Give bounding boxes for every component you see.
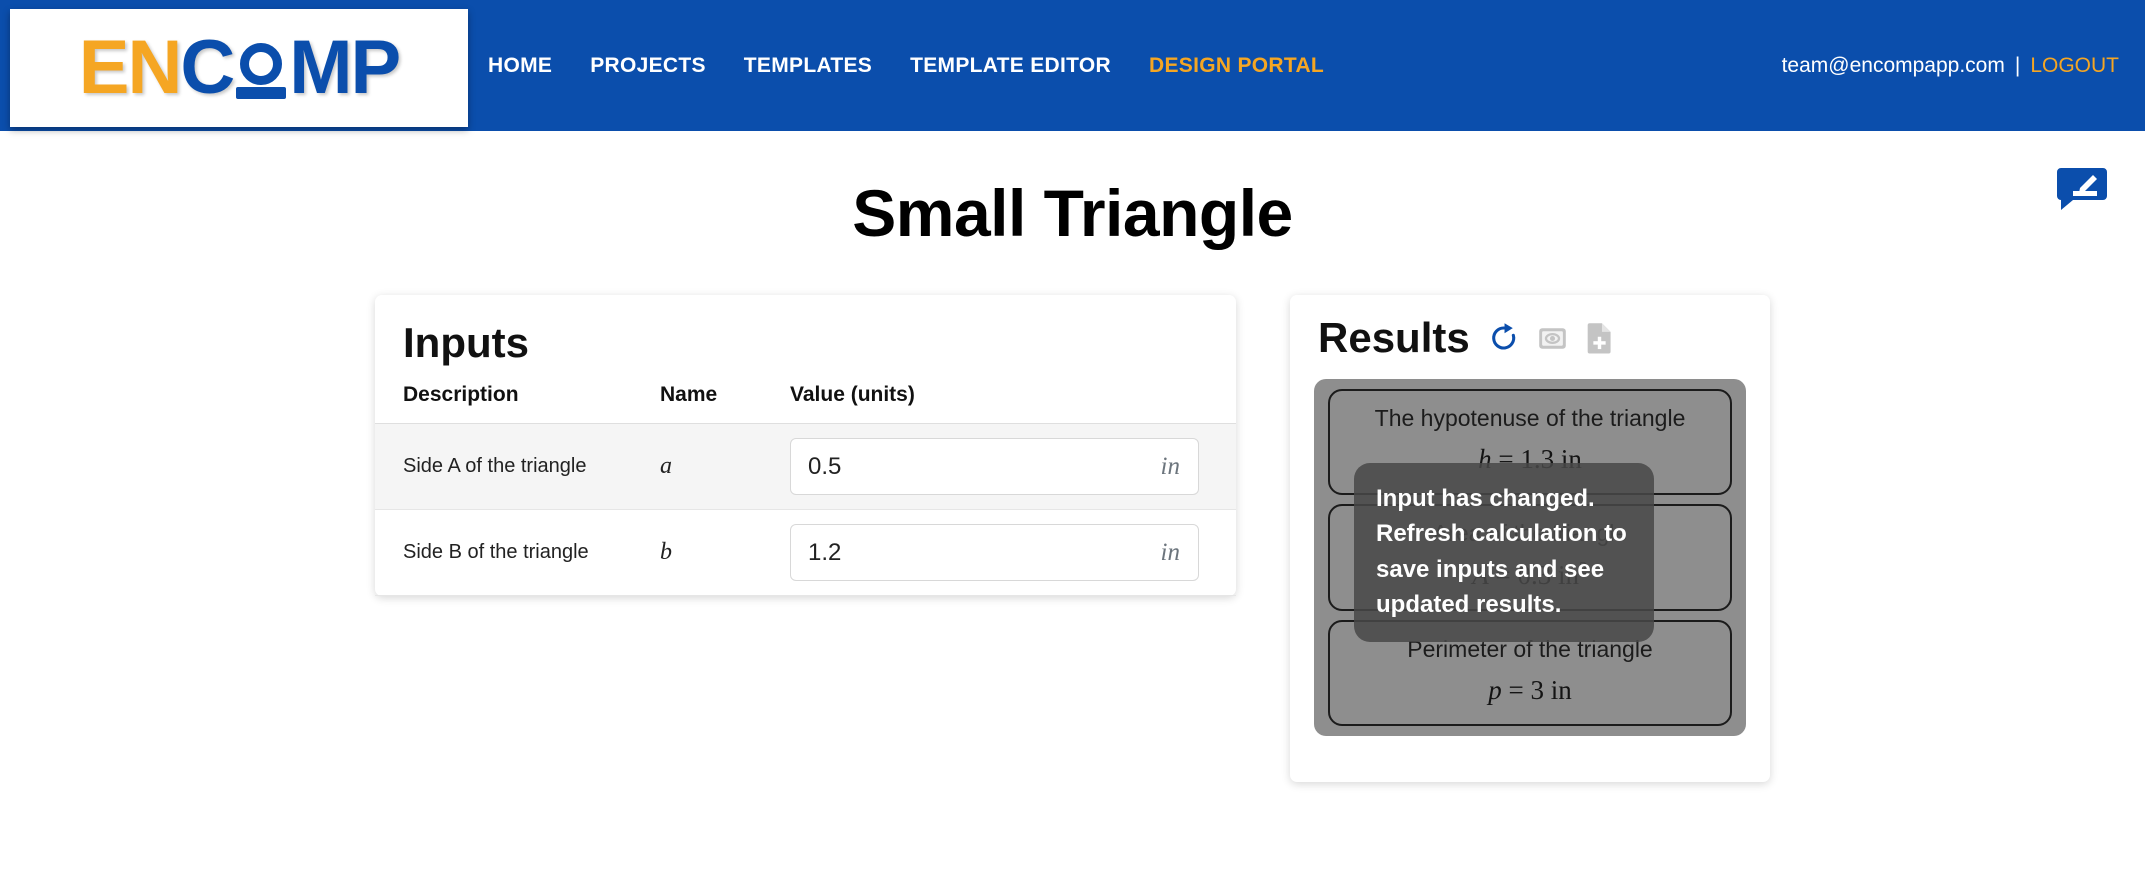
- nav-account-area: team@encompapp.com | LOGOUT: [1782, 54, 2119, 78]
- logo-text-c: C: [180, 25, 235, 110]
- input-field-wrapper-a[interactable]: in: [790, 438, 1199, 496]
- results-title: Results: [1318, 314, 1470, 361]
- nav-item-design-portal[interactable]: DESIGN PORTAL: [1149, 54, 1324, 78]
- nav-item-projects[interactable]: PROJECTS: [590, 54, 706, 78]
- encomp-logo[interactable]: EN C MP: [10, 9, 468, 127]
- result-equation-p: p = 3 in: [1340, 674, 1720, 706]
- feedback-button[interactable]: [2055, 166, 2109, 212]
- stale-results-tooltip: Input has changed. Refresh calculation t…: [1354, 463, 1654, 643]
- results-header: Results: [1314, 317, 1746, 359]
- encomp-logo-wordmark: EN C MP: [78, 25, 401, 110]
- preview-button[interactable]: [1538, 324, 1567, 353]
- page-body: Small Triangle Inputs Description Name V…: [0, 131, 2145, 876]
- add-document-icon: [1587, 323, 1611, 354]
- table-row: Side B of the triangle b in: [375, 509, 1236, 597]
- inputs-panel: Inputs Description Name Value (units) Si…: [375, 295, 1236, 597]
- results-body: The hypotenuse of the triangle h = 1.3 i…: [1314, 373, 1746, 736]
- inputs-table-header-row: Description Name Value (units): [375, 383, 1236, 425]
- input-field-wrapper-b[interactable]: in: [790, 524, 1199, 582]
- page-title: Small Triangle: [852, 176, 1293, 250]
- preview-eye-icon: [1538, 327, 1566, 349]
- column-header-value: Value (units): [790, 383, 1236, 425]
- table-row: Side A of the triangle a in: [375, 423, 1236, 511]
- input-value-a[interactable]: [791, 439, 1198, 495]
- nav-links: HOME PROJECTS TEMPLATES TEMPLATE EDITOR …: [488, 0, 1324, 131]
- inputs-header: Inputs: [375, 295, 1236, 365]
- input-name-a: a: [660, 423, 790, 511]
- nav-item-template-editor[interactable]: TEMPLATE EDITOR: [910, 54, 1111, 78]
- result-value-p: 3: [1530, 674, 1544, 705]
- panels-container: Inputs Description Name Value (units) Si…: [0, 295, 2145, 782]
- result-unit-p: in: [1550, 674, 1572, 705]
- refresh-button[interactable]: [1488, 322, 1520, 354]
- top-navbar: EN C MP HOME PROJECTS TEMPLATES TEMPLATE E…: [0, 0, 2145, 131]
- column-header-name: Name: [660, 383, 790, 425]
- result-description-h: The hypotenuse of the triangle: [1374, 405, 1686, 431]
- account-email: team@encompapp.com: [1781, 53, 2005, 77]
- result-symbol-p: p: [1488, 674, 1502, 705]
- refresh-icon: [1491, 323, 1515, 350]
- result-equals-p: =: [1508, 674, 1524, 705]
- input-name-b: b: [660, 509, 790, 597]
- inputs-title: Inputs: [403, 319, 529, 366]
- nav-item-templates[interactable]: TEMPLATES: [744, 54, 872, 78]
- nav-item-home[interactable]: HOME: [488, 54, 552, 78]
- logo-text-mp: MP: [289, 25, 401, 110]
- column-header-description: Description: [375, 383, 660, 425]
- input-description-b: Side B of the triangle: [375, 509, 660, 597]
- input-value-b[interactable]: [791, 525, 1198, 581]
- results-panel: Results The hypotenuse of the triangle h…: [1290, 295, 1770, 782]
- inputs-table: Description Name Value (units) Side A of…: [375, 383, 1236, 597]
- nav-separator: |: [2014, 53, 2021, 77]
- comment-pencil-icon: [2057, 168, 2107, 210]
- add-to-report-button[interactable]: [1585, 322, 1614, 354]
- logo-text-en: EN: [78, 25, 183, 110]
- input-description-a: Side A of the triangle: [375, 423, 660, 511]
- logout-link[interactable]: LOGOUT: [2030, 54, 2119, 78]
- logo-o-mark: [234, 33, 288, 103]
